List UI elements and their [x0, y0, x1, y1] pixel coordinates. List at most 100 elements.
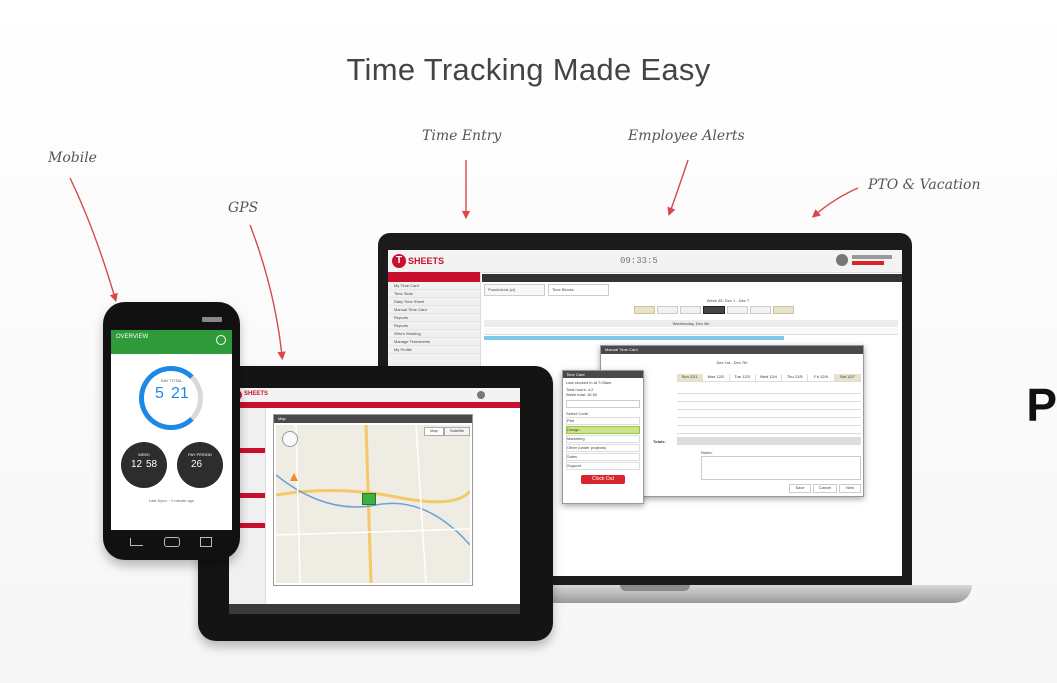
tab-time-blocks[interactable]: Time Blocks	[548, 284, 609, 296]
phone-header: OVERVIEW	[111, 330, 232, 354]
phone-header-title: OVERVIEW	[116, 334, 149, 340]
sidebar-item[interactable]: Reports	[388, 322, 480, 330]
tab-punchclock[interactable]: Punchclock (cl)	[484, 284, 545, 296]
map-canvas[interactable]	[275, 424, 472, 584]
pan-control-icon[interactable]	[282, 431, 298, 447]
tablet-screen: T SHEETS Map Map Satellite	[229, 388, 520, 614]
day-column: Fri 12/6	[808, 374, 835, 382]
day-total-label: DAY TOTAL	[160, 378, 183, 383]
tsheets-logo-icon: T	[392, 254, 406, 268]
job-option[interactable]: Sales	[566, 453, 640, 461]
map-mode-map[interactable]: Map	[424, 427, 444, 436]
save-button[interactable]: Save	[789, 484, 811, 493]
header-clock: 09:33:5	[620, 256, 658, 266]
user-name	[852, 255, 892, 259]
day-column: Mon 12/2	[703, 374, 730, 382]
day-chip[interactable]	[726, 306, 748, 314]
arrow-mobile	[69, 177, 118, 303]
back-icon[interactable]	[130, 538, 143, 546]
day-minutes: 21	[171, 385, 189, 402]
sidebar-item[interactable]: My Profile	[388, 346, 480, 354]
tablet-redbar	[229, 402, 520, 408]
time-card-popup: Time Card Last clocked in at 7:05am Tota…	[562, 370, 644, 504]
day-column: Thu 12/5	[782, 374, 809, 382]
job-option[interactable]: Marketing	[566, 435, 640, 443]
day-column: Sun 12/1	[677, 374, 704, 382]
logo-text: SHEETS	[408, 256, 445, 266]
home-icon[interactable]	[164, 537, 180, 547]
clock-out-button[interactable]: Clock Out	[581, 475, 625, 484]
day-column: Wed 12/4	[755, 374, 783, 382]
day-chip[interactable]	[749, 306, 771, 314]
cancel-button[interactable]: Cancel	[813, 484, 837, 493]
day-selector	[634, 306, 794, 314]
sync-label: Last Sync: ~1 minute ago	[148, 498, 195, 503]
totals-label: Totals:	[653, 439, 666, 444]
avatar[interactable]	[477, 391, 485, 399]
day-chip[interactable]	[680, 306, 702, 314]
phone-status-bar	[115, 316, 228, 324]
pay-period-circle: PAY PERIOD 26	[177, 442, 223, 488]
tab-strip	[482, 274, 902, 282]
recents-icon[interactable]	[200, 537, 212, 547]
pay-hours: 26	[191, 459, 203, 470]
day-header: Wednesday, Dec 4th	[484, 320, 898, 327]
phone-nav-bar	[112, 536, 230, 548]
day-columns: Sun 12/1 Mon 12/2 Tue 12/3 Wed 12/4 Thu …	[677, 374, 861, 382]
job-option[interactable]: Other (under projects)	[566, 444, 640, 452]
tablet-logo-text: SHEETS	[244, 391, 269, 397]
popup-search-input[interactable]	[566, 400, 640, 408]
day-chip[interactable]	[657, 306, 679, 314]
arrow-pto	[811, 187, 859, 218]
dialog-title: Manual Time Card	[601, 346, 863, 354]
hour-row	[484, 328, 898, 335]
sidebar-item[interactable]: Manage Timesheets	[388, 338, 480, 346]
location-marker-icon[interactable]	[362, 493, 376, 505]
job-option[interactable]: Support	[566, 462, 640, 470]
tablet-footer	[229, 604, 520, 614]
notes-label: Notes:	[701, 450, 713, 455]
week-label: Week 45: Dec 1 - Dec 7	[706, 298, 750, 303]
week-label: WEEK	[138, 452, 150, 457]
day-column: Sat 12/7	[834, 374, 861, 382]
job-option[interactable]: Plat	[566, 417, 640, 425]
sidebar-item[interactable]: My Time Card	[388, 282, 480, 290]
app-header: T SHEETS 09:33:5	[388, 250, 902, 273]
dialog-range: Dec 1st - Dec 7th	[716, 360, 748, 365]
sidebar-item[interactable]: Time Slots	[388, 290, 480, 298]
sidebar-item[interactable]: Manual Time Card	[388, 306, 480, 314]
phone-screen: OVERVIEW DAY TOTAL 5 21 WEEK 12 58 PAY P…	[111, 330, 232, 530]
week-hours: 12	[131, 459, 143, 470]
laptop-notch	[620, 585, 690, 591]
pay-period-label: PAY PERIOD	[188, 452, 212, 457]
totals-row	[677, 437, 861, 445]
time-block-bar[interactable]	[484, 336, 784, 340]
user-status	[852, 261, 884, 265]
job-option-selected[interactable]: Design	[566, 426, 640, 434]
power-icon[interactable]	[216, 335, 226, 345]
direction-pin-icon[interactable]	[290, 473, 298, 481]
arrow-gps	[249, 224, 286, 361]
notes-input[interactable]	[701, 456, 861, 480]
tablet-header: T SHEETS	[229, 388, 520, 403]
sidebar-item[interactable]: Reports	[388, 314, 480, 322]
map-title: Map	[274, 415, 472, 423]
week-total-circle: WEEK 12 58	[121, 442, 167, 488]
popup-title: Time Card	[563, 371, 643, 378]
map-mode-satellite[interactable]: Satellite	[444, 427, 470, 436]
entry-grid[interactable]	[677, 386, 861, 434]
sidebar-header	[388, 272, 480, 282]
day-chip-selected[interactable]	[703, 306, 725, 314]
map-window: Map Map Satellite	[273, 414, 473, 586]
sidebar-item[interactable]: Who's Working	[388, 330, 480, 338]
sidebar-item[interactable]: Daily Time Sheet	[388, 298, 480, 306]
day-chip[interactable]	[772, 306, 794, 314]
day-column: Tue 12/3	[729, 374, 756, 382]
arrow-employee-alerts	[667, 159, 689, 216]
avatar[interactable]	[836, 254, 848, 266]
day-chip[interactable]	[634, 306, 656, 314]
week-minutes: 58	[146, 459, 158, 470]
day-hours: 5	[155, 385, 164, 402]
new-button[interactable]: New	[839, 484, 861, 493]
popup-line: Last clocked in at 7:05am	[566, 380, 612, 385]
